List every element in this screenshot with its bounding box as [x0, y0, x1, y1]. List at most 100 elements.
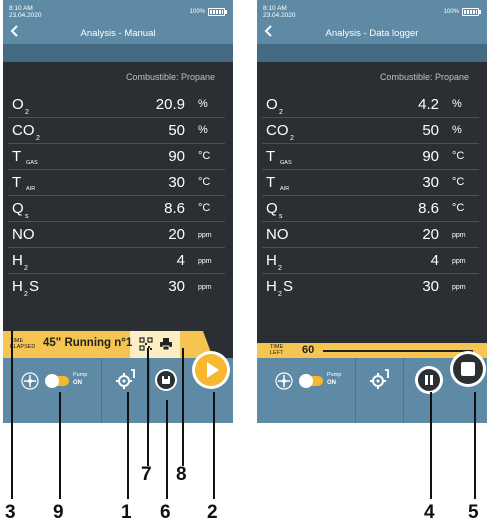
- measurement-row-h2: H 2 4 ppm: [262, 248, 479, 274]
- measurement-row-tgas: T GAS 90 °C: [8, 144, 225, 170]
- row-label: CO: [12, 122, 35, 139]
- row-unit: ppm: [198, 232, 212, 239]
- play-button[interactable]: [192, 351, 230, 389]
- row-unit: %: [198, 98, 208, 110]
- row-value: 8.6: [164, 200, 185, 217]
- callout-7: 7: [141, 464, 152, 485]
- row-subscript: 2: [24, 265, 28, 272]
- row-label: O: [12, 96, 24, 113]
- fan-icon[interactable]: [21, 372, 39, 390]
- row-subscript: 2: [36, 135, 40, 142]
- row-label-suffix: S: [283, 278, 294, 295]
- callout-leader-9: [59, 392, 61, 499]
- row-subscript: AIR: [26, 186, 36, 192]
- row-value: 90: [168, 148, 185, 165]
- time-left-value: 60: [302, 344, 315, 356]
- bottom-toolbar: Pump ON: [257, 351, 487, 423]
- row-subscript: 2: [24, 291, 28, 298]
- clock-date: 23.04.2020: [263, 12, 296, 19]
- pause-icon: [418, 369, 440, 391]
- row-label: Q: [266, 200, 278, 217]
- stop-button[interactable]: [450, 351, 486, 387]
- row-label: Q: [12, 200, 24, 217]
- row-subscript: 2: [25, 109, 29, 116]
- battery-icon: [208, 8, 227, 16]
- measurement-row-no: NO 20 ppm: [8, 222, 225, 248]
- row-subscript: s: [279, 213, 283, 220]
- row-value: 8.6: [418, 200, 439, 217]
- pause-button[interactable]: [415, 366, 443, 394]
- qr-code-icon[interactable]: [139, 337, 153, 351]
- row-value: 30: [422, 174, 439, 191]
- row-label: H: [12, 252, 23, 269]
- clock-time: 8:10 AM: [9, 5, 33, 12]
- pump-state: ON: [327, 380, 336, 386]
- row-subscript: s: [25, 213, 29, 220]
- measurement-row-h2s: H 2 S 30 ppm: [8, 274, 225, 299]
- row-value: 4: [176, 252, 185, 269]
- combustible-label: Combustible: Propane: [125, 72, 215, 82]
- measurement-row-co2: CO 2 50 %: [8, 118, 225, 144]
- row-value: 30: [422, 278, 439, 295]
- row-value: 90: [422, 148, 439, 165]
- row-subscript: GAS: [26, 160, 38, 166]
- row-unit: %: [198, 124, 208, 136]
- row-value: 20: [168, 226, 185, 243]
- page-title: Analysis - Manual: [80, 28, 156, 39]
- time-left-label: TIME LEFT: [270, 344, 284, 356]
- top-bar: 8:10 AM 23.04.2020 100% Analysis - Data …: [257, 0, 487, 44]
- callout-1: 1: [121, 502, 132, 523]
- fan-icon[interactable]: [275, 372, 293, 390]
- row-subscript: AIR: [280, 186, 290, 192]
- row-subscript: 2: [290, 135, 294, 142]
- callout-4: 4: [424, 502, 435, 523]
- row-unit: ppm: [452, 258, 466, 265]
- callout-2: 2: [207, 502, 218, 523]
- measurement-row-o2: O 2 20.9 %: [8, 92, 225, 118]
- combustible-label: Combustible: Propane: [379, 72, 469, 82]
- save-icon: [157, 371, 175, 389]
- row-unit: ppm: [452, 232, 466, 239]
- time-elapsed-label: TIME ELAPSED: [10, 338, 36, 350]
- callout-leader-8: [182, 348, 184, 466]
- clock-time: 8:10 AM: [263, 5, 287, 12]
- pump-toggle[interactable]: [45, 374, 69, 388]
- pump-toggle[interactable]: [299, 374, 323, 388]
- callout-6: 6: [160, 502, 171, 523]
- row-label: T: [12, 148, 22, 165]
- row-value: 50: [168, 122, 185, 139]
- callout-5: 5: [468, 502, 479, 523]
- row-unit: %: [452, 98, 462, 110]
- row-value: 30: [168, 174, 185, 191]
- printer-icon[interactable]: [159, 337, 173, 351]
- probe-settings-icon[interactable]: [116, 368, 136, 390]
- row-value: 4: [430, 252, 439, 269]
- row-label: CO: [266, 122, 289, 139]
- save-button[interactable]: [155, 369, 177, 391]
- measurement-row-h2: H 2 4 ppm: [8, 248, 225, 274]
- row-label: H: [266, 252, 277, 269]
- row-label: T: [266, 148, 276, 165]
- measurement-row-qs: Q s 8.6 °C: [262, 196, 479, 222]
- battery-percent: 100%: [443, 9, 459, 15]
- row-value: 4.2: [418, 96, 439, 113]
- probe-settings-icon[interactable]: [370, 368, 390, 390]
- measurement-row-no: NO 20 ppm: [262, 222, 479, 248]
- pump-label: Pump: [73, 372, 88, 378]
- row-unit: °C: [198, 202, 211, 214]
- row-subscript: 2: [279, 109, 283, 116]
- row-label: H: [12, 278, 23, 295]
- row-label: T: [266, 174, 276, 191]
- row-value: 30: [168, 278, 185, 295]
- pump-state: ON: [73, 380, 82, 386]
- row-unit: °C: [452, 176, 465, 188]
- measurement-row-h2s: H 2 S 30 ppm: [262, 274, 479, 299]
- measurement-row-co2: CO 2 50 %: [262, 118, 479, 144]
- battery-icon: [462, 8, 481, 16]
- measurement-row-tair: T AIR 30 °C: [262, 170, 479, 196]
- callout-leader-6: [166, 400, 168, 499]
- callout-8: 8: [176, 464, 187, 485]
- top-bar: 8:10 AM 23.04.2020 100% Analysis - Manua…: [3, 0, 233, 44]
- callout-leader-2: [213, 392, 215, 499]
- row-label: T: [12, 174, 22, 191]
